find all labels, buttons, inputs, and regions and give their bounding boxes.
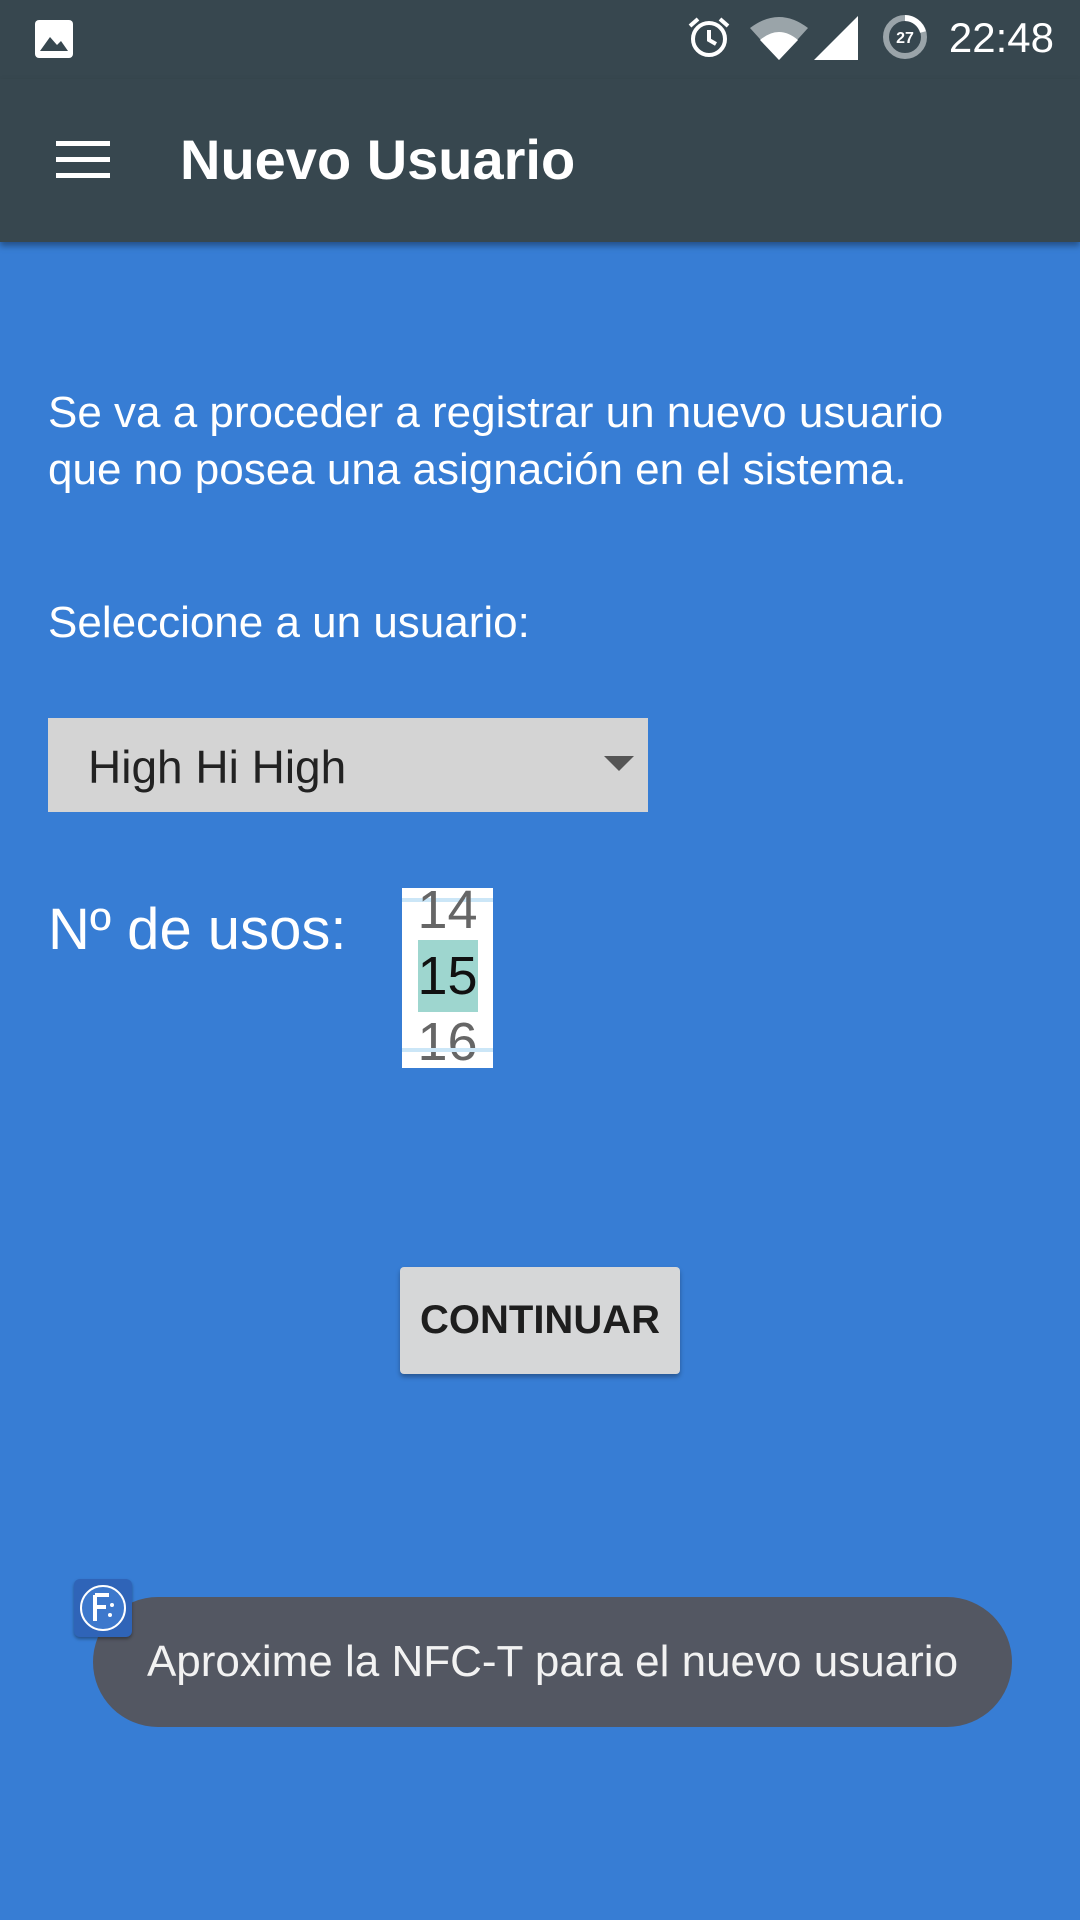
picker-previous-value[interactable]: 14 [402,888,493,940]
dropdown-arrow-icon [604,756,634,771]
toast-message: Aproxime la NFC-T para el nuevo usuario [93,1597,1012,1727]
clock: 22:48 [948,14,1054,61]
continue-button[interactable]: CONTINUAR [400,1267,680,1374]
signal-icon [814,16,858,60]
page-title: Nuevo Usuario [180,128,576,191]
alarm-icon [688,17,730,57]
toast-text: Aproxime la NFC-T para el nuevo usuario [146,1637,959,1686]
battery-icon: 27 [883,15,927,59]
wifi-icon [750,17,808,60]
image-icon [35,20,73,58]
user-spinner[interactable]: High Hi High [48,718,648,812]
usos-label: Nº de usos: [48,897,347,962]
picker-next-value[interactable]: 16 [402,1012,493,1068]
user-spinner-value: High Hi High [88,741,347,793]
app-bar: Nuevo Usuario [0,79,1080,242]
nfc-app-icon [74,1579,132,1637]
usos-number-picker[interactable]: 14 15 16 [402,888,493,1068]
picker-current-value[interactable]: 15 [402,946,493,1006]
picker-divider-bottom [402,1048,493,1052]
menu-button[interactable] [40,119,128,201]
status-bar: 27 22:48 [0,0,1080,79]
select-user-label: Seleccione a un usuario: [48,598,530,647]
nfc-app-logo [80,1585,126,1631]
battery-level: 27 [896,30,914,47]
intro-text: Se va a proceder a registrar un nuevo us… [48,388,944,494]
